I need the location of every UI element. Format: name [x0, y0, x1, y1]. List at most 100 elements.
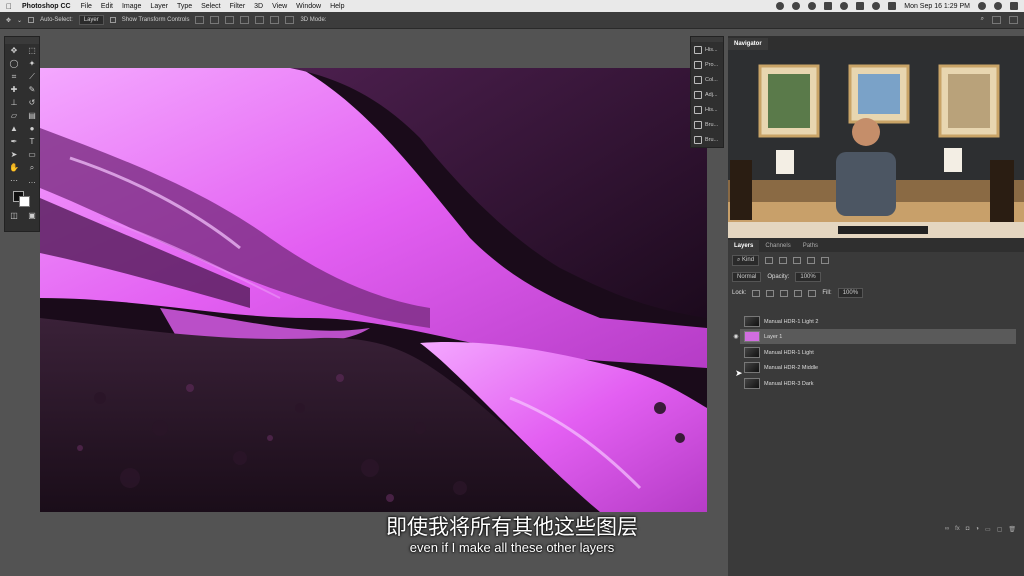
lock-all-icon[interactable] [808, 289, 817, 297]
lock-transparent-icon[interactable] [752, 289, 761, 297]
shape-tool-icon[interactable]: ▭ [23, 148, 41, 161]
color-panel-button[interactable]: Col... [691, 72, 723, 87]
hand-tool-icon[interactable]: ✋ [5, 161, 23, 174]
align-middle-icon[interactable] [210, 16, 220, 24]
wifi-icon[interactable] [872, 2, 881, 10]
recording-icon[interactable] [824, 2, 833, 10]
quick-mask-icon[interactable]: ◫ [5, 209, 23, 222]
share-icon[interactable] [1009, 16, 1018, 24]
creative-cloud-icon[interactable] [776, 2, 785, 10]
brush-settings-panel-button[interactable]: Bru... [691, 132, 723, 147]
menu-image[interactable]: Image [122, 3, 141, 10]
crop-tool-icon[interactable]: ⌗ [5, 70, 23, 83]
lock-artboard-icon[interactable] [794, 289, 803, 297]
fill-field[interactable]: 100% [837, 288, 864, 298]
align-top-icon[interactable] [195, 16, 205, 24]
blend-mode-dropdown[interactable]: Normal [732, 272, 762, 282]
notification-icon[interactable] [1010, 2, 1018, 10]
align-center-icon[interactable] [255, 16, 265, 24]
history-brush-icon[interactable]: ↺ [23, 96, 41, 109]
menu-window[interactable]: Window [296, 3, 321, 10]
move-tool-icon[interactable]: ✥ [6, 17, 11, 24]
menu-edit[interactable]: Edit [101, 3, 113, 10]
type-tool-icon[interactable]: T [23, 135, 41, 148]
auto-select-dropdown[interactable]: Layer [78, 15, 104, 25]
healing-brush-icon[interactable]: ✚ [5, 83, 23, 96]
blur-tool-icon[interactable]: ▲ [5, 122, 23, 135]
navigator-preview[interactable] [728, 50, 1024, 248]
more-tools-icon[interactable]: … [23, 174, 41, 187]
properties-panel-button[interactable]: Pro... [691, 57, 723, 72]
spotlight-icon[interactable] [978, 2, 986, 10]
filter-smart-icon[interactable] [821, 257, 830, 264]
menu-help[interactable]: Help [330, 3, 344, 10]
edit-toolbar-icon[interactable]: ⋯ [5, 174, 23, 187]
opacity-field[interactable]: 100% [795, 272, 821, 282]
tab-channels[interactable]: Channels [759, 240, 796, 252]
zoom-tool-icon[interactable]: ⌕ [23, 161, 41, 174]
sync-icon[interactable] [792, 2, 801, 10]
background-color-swatch[interactable] [19, 196, 30, 207]
tool-preset-chevron-icon[interactable]: ⌄ [17, 17, 22, 24]
clone-stamp-icon[interactable]: ⊥ [5, 96, 23, 109]
menu-layer[interactable]: Layer [150, 3, 168, 10]
brushes-panel-button[interactable]: Bru... [691, 117, 723, 132]
tab-navigator[interactable]: Navigator [728, 38, 768, 50]
brush-tool-icon[interactable]: ✎ [23, 83, 41, 96]
layer-kind-filter[interactable]: ⌕ Kind [732, 255, 760, 266]
gradient-tool-icon[interactable]: ▤ [23, 109, 41, 122]
pen-tool-icon[interactable]: ✒ [5, 135, 23, 148]
adjustments-panel-button[interactable]: Adj... [691, 87, 723, 102]
screen-mode-icon[interactable]: ▣ [23, 209, 41, 222]
screen-icon[interactable] [856, 2, 865, 10]
history-panel-button[interactable]: His... [691, 42, 723, 57]
lasso-tool-icon[interactable]: ◯ [5, 57, 23, 70]
menu-file[interactable]: File [81, 3, 92, 10]
document-canvas[interactable] [40, 68, 707, 512]
layer-row-selected[interactable]: ◉ Layer 1 [733, 329, 1016, 344]
tab-paths[interactable]: Paths [797, 240, 824, 252]
menu-select[interactable]: Select [201, 3, 220, 10]
move-tool-icon[interactable]: ✥ [5, 44, 23, 57]
histogram-panel-button[interactable]: His... [691, 102, 723, 117]
align-right-icon[interactable] [270, 16, 280, 24]
marquee-tool-icon[interactable]: ⬚ [23, 44, 41, 57]
filter-shape-icon[interactable] [807, 257, 816, 264]
layer-row[interactable]: Manual HDR-1 Light 2 [740, 314, 1016, 329]
layer-row[interactable]: Manual HDR-3 Dark [740, 376, 1016, 391]
search-icon[interactable]: ⌕ [981, 16, 984, 24]
clock[interactable]: Mon Sep 16 1:29 PM [904, 3, 970, 10]
app-name[interactable]: Photoshop CC [22, 3, 71, 10]
align-left-icon[interactable] [240, 16, 250, 24]
transform-controls-checkbox[interactable] [109, 17, 116, 23]
dodge-tool-icon[interactable]: ● [23, 122, 41, 135]
menu-type[interactable]: Type [177, 3, 192, 10]
battery-icon[interactable] [888, 2, 897, 10]
apple-icon[interactable]:  [6, 2, 12, 11]
menu-filter[interactable]: Filter [230, 3, 246, 10]
tools-panel-grip[interactable] [5, 37, 39, 44]
layer-row[interactable]: Manual HDR-1 Light [740, 345, 1016, 360]
filter-pixel-icon[interactable] [765, 257, 774, 264]
path-select-icon[interactable]: ➤ [5, 148, 23, 161]
menu-3d[interactable]: 3D [254, 3, 263, 10]
eyedropper-tool-icon[interactable]: ⟋ [23, 70, 41, 83]
filter-adjust-icon[interactable] [779, 257, 788, 264]
menu-view[interactable]: View [272, 3, 287, 10]
lock-position-icon[interactable] [780, 289, 789, 297]
histogram-icon [694, 105, 702, 114]
align-bottom-icon[interactable] [225, 16, 235, 24]
layer-row[interactable]: Manual HDR-2 Middle [740, 360, 1016, 375]
magic-wand-icon[interactable]: ✦ [23, 57, 41, 70]
auto-select-checkbox[interactable] [28, 17, 35, 23]
help-icon[interactable] [840, 2, 849, 10]
tab-layers[interactable]: Layers [728, 240, 760, 252]
distribute-icon[interactable] [285, 16, 295, 24]
lock-image-icon[interactable] [766, 289, 775, 297]
ubuntu-icon[interactable] [808, 2, 817, 10]
eye-icon[interactable]: ◉ [732, 333, 740, 340]
siri-icon[interactable] [994, 2, 1002, 10]
workspace-icon[interactable] [992, 16, 1001, 24]
filter-type-icon[interactable] [793, 257, 802, 264]
eraser-tool-icon[interactable]: ▱ [5, 109, 23, 122]
